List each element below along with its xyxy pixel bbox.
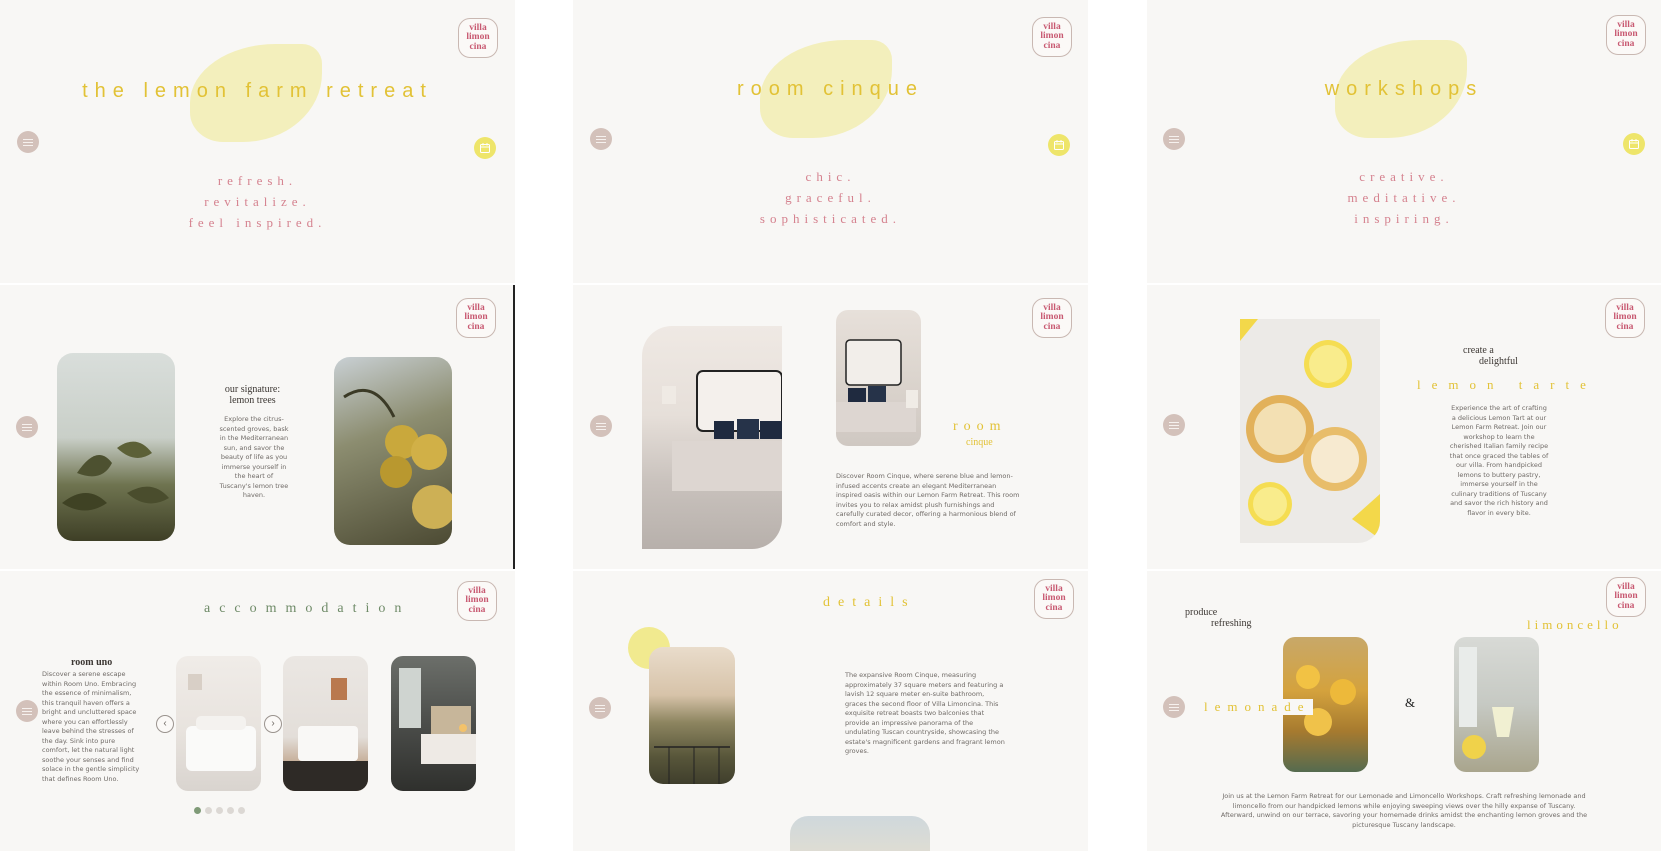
- lemon-tarte-heading: create a delightful: [1463, 345, 1563, 367]
- hero-slide-room-cinque: room cinque chic. graceful. sophisticate…: [573, 0, 1088, 283]
- heading-line: our signature:: [224, 384, 281, 395]
- hero-tagline: refresh. revitalize. feel inspired.: [0, 170, 515, 233]
- heading-line: create a: [1463, 345, 1494, 356]
- room-uno-body: Discover a serene escape within Room Uno…: [42, 670, 140, 783]
- calendar-icon[interactable]: [1048, 134, 1070, 156]
- villa-limoncina-logo[interactable]: villa limon cina: [457, 581, 497, 621]
- signature-heading: our signature: lemon trees: [210, 384, 295, 406]
- logo-word: cina: [1043, 321, 1061, 332]
- chevron-left-icon: ‹: [163, 718, 167, 729]
- menu-icon[interactable]: [16, 416, 38, 438]
- villa-limoncina-logo[interactable]: villa limon cina: [456, 298, 496, 338]
- pagination-dot[interactable]: [238, 807, 245, 814]
- signature-lemon-trees-slide: our signature: lemon trees Explore the c…: [0, 285, 515, 569]
- tagline-line: feel inspired.: [188, 215, 327, 230]
- heading-line: produce: [1185, 607, 1218, 618]
- details-body: The expansive Room Cinque, measuring app…: [845, 671, 1005, 755]
- hero-slide-workshops: workshops creative. meditative. inspirin…: [1147, 0, 1661, 283]
- logo-word: cina: [1616, 321, 1634, 332]
- lemon-tarte-body: Experience the art of crafting a delicio…: [1449, 404, 1549, 517]
- menu-icon[interactable]: [589, 697, 611, 719]
- lemon-tarte-photo: [1240, 319, 1380, 543]
- logo-word: cina: [1045, 602, 1063, 613]
- pagination-dot[interactable]: [216, 807, 223, 814]
- menu-icon[interactable]: [1163, 414, 1185, 436]
- produce-heading: produce refreshing: [1185, 607, 1275, 629]
- lemonade-word: lemonade: [1204, 699, 1313, 715]
- balcony-view-photo: [649, 647, 735, 784]
- ampersand: &: [1405, 695, 1416, 710]
- workshops-hero-title: workshops: [1324, 78, 1484, 100]
- hero-slide-lemon-farm: the lemon farm retreat refresh. revitali…: [0, 0, 515, 283]
- bedroom-large-photo: [642, 326, 782, 549]
- menu-icon[interactable]: [590, 415, 612, 437]
- heading-line: delightful: [1479, 356, 1518, 367]
- calendar-icon[interactable]: [474, 137, 496, 159]
- lemonade-limoncello-slide: produce refreshing lemonade & limoncello…: [1147, 571, 1661, 851]
- lemon-tarte-workshop-slide: create a delightful lemon tarte Experien…: [1147, 285, 1661, 569]
- room-cinque-hero-title: room cinque: [736, 78, 925, 100]
- lemon-leaves-photo: [57, 353, 175, 541]
- menu-icon[interactable]: [1163, 128, 1185, 150]
- details-title: details: [823, 595, 916, 610]
- room-uno-photo-1: [176, 656, 261, 791]
- villa-limoncina-logo[interactable]: villa limon cina: [1605, 298, 1645, 338]
- logo-word: cina: [468, 604, 486, 615]
- villa-limoncina-logo[interactable]: villa limon cina: [1032, 17, 1072, 57]
- tagline-line: meditative.: [1347, 190, 1461, 205]
- room-cinque-subtitle: cinque: [966, 437, 993, 448]
- room-uno-photo-3: [391, 656, 476, 791]
- villa-limoncina-logo[interactable]: villa limon cina: [1606, 15, 1646, 55]
- tagline-line: sophisticated.: [759, 211, 902, 226]
- lemons-on-branch-photo: [334, 357, 452, 545]
- prev-slide-button[interactable]: ‹: [156, 715, 174, 733]
- calendar-icon[interactable]: [1623, 133, 1645, 155]
- room-uno-name: room uno: [71, 657, 113, 668]
- chevron-right-icon: ›: [271, 718, 275, 729]
- logo-word: cina: [1617, 600, 1635, 611]
- room-cinque-title: room: [953, 419, 1007, 434]
- tagline-line: inspiring.: [1354, 211, 1454, 226]
- bedroom-small-photo: [836, 310, 921, 446]
- lemon-tarte-title: lemon tarte: [1417, 377, 1597, 392]
- room-cinque-body: Discover Room Cinque, where serene blue …: [836, 472, 1020, 528]
- tagline-line: refresh.: [217, 173, 298, 188]
- pagination-dot[interactable]: [227, 807, 234, 814]
- tagline-line: graceful.: [785, 190, 876, 205]
- villa-limoncina-logo[interactable]: villa limon cina: [1032, 298, 1072, 338]
- logo-word: cina: [467, 321, 485, 332]
- limoncello-photo: [1454, 637, 1539, 772]
- limoncello-word: limoncello: [1523, 617, 1623, 633]
- menu-icon[interactable]: [1163, 696, 1185, 718]
- menu-icon[interactable]: [17, 131, 39, 153]
- menu-icon[interactable]: [16, 700, 38, 722]
- pagination-dot[interactable]: [194, 807, 201, 814]
- heading-line: lemon trees: [229, 395, 276, 406]
- room-cinque-tagline: chic. graceful. sophisticated.: [573, 166, 1088, 229]
- villa-limoncina-logo[interactable]: villa limon cina: [458, 18, 498, 58]
- produce-body: Join us at the Lemon Farm Retreat for ou…: [1220, 792, 1588, 829]
- villa-limoncina-logo[interactable]: villa limon cina: [1034, 579, 1074, 619]
- heading-line: refreshing: [1211, 618, 1252, 629]
- hero-title: the lemon farm retreat: [82, 80, 433, 102]
- tagline-line: chic.: [805, 169, 856, 184]
- tagline-line: creative.: [1359, 169, 1449, 184]
- accommodation-slide: accommodation room uno Discover a serene…: [0, 571, 515, 851]
- workshops-tagline: creative. meditative. inspiring.: [1147, 166, 1661, 229]
- pagination-dot[interactable]: [205, 807, 212, 814]
- next-slide-button[interactable]: ›: [264, 715, 282, 733]
- room-uno-photo-2: [283, 656, 368, 791]
- signature-body: Explore the citrus-scented groves, bask …: [219, 415, 289, 499]
- room-cinque-details-slide: details The expansive Room Cinque, measu…: [573, 571, 1088, 851]
- landscape-photo-partial: [790, 816, 930, 851]
- room-cinque-intro-slide: room cinque Discover Room Cinque, where …: [573, 285, 1088, 569]
- logo-word: cina: [1617, 38, 1635, 49]
- menu-icon[interactable]: [590, 128, 612, 150]
- tagline-line: revitalize.: [204, 194, 311, 209]
- accommodation-title: accommodation: [204, 601, 411, 616]
- carousel-pagination[interactable]: [194, 807, 245, 814]
- villa-limoncina-logo[interactable]: villa limon cina: [1606, 577, 1646, 617]
- logo-word: cina: [469, 41, 487, 52]
- logo-word: cina: [1043, 40, 1061, 51]
